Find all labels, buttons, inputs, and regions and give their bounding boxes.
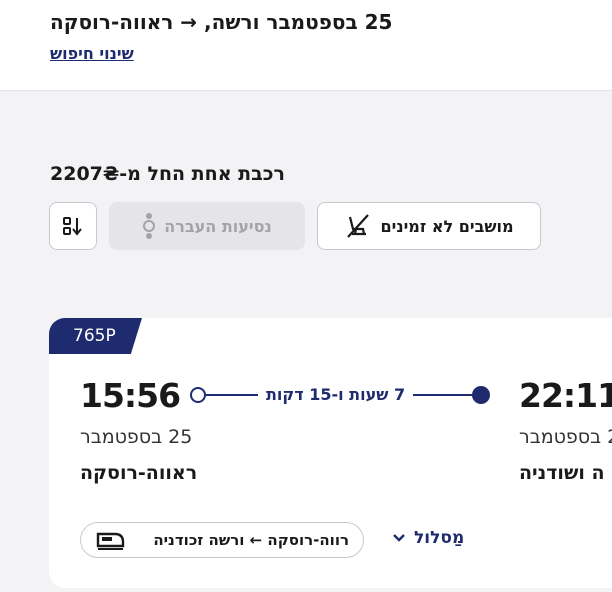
sort-button[interactable] (49, 202, 97, 250)
change-search-link[interactable]: שינוי חיפוש (50, 44, 134, 63)
route-segment-text: רווה-רוסקה ← ורשה זכודניה (153, 531, 349, 549)
journey-timeline: 7 שעות ו-15 דקות (188, 383, 490, 407)
arrival-date: 25 בספטמבר (80, 426, 193, 448)
route-details-toggle[interactable]: מַסלול (392, 528, 464, 548)
route-title: 25 בספטמבר ורשה, → ראווה-רוסקה (50, 10, 393, 34)
train-number-badge: 765P (49, 318, 142, 354)
transfer-trips-label: נסיעות העברה (164, 216, 272, 236)
departure-dot (472, 386, 490, 404)
transfer-trips-button[interactable]: נסיעות העברה (109, 202, 305, 250)
seat-crossed-icon (347, 214, 370, 238)
unavailable-seats-button[interactable]: מושבים לא זמינים (317, 202, 541, 250)
route-details-label: מַסלול (414, 528, 465, 548)
route-segment-pill: רווה-רוסקה ← ורשה זכודניה (80, 522, 364, 558)
journey-duration: 7 שעות ו-15 דקות (258, 383, 414, 407)
search-header: 25 בספטמבר ורשה, → ראווה-רוסקה שינוי חיפ… (0, 0, 612, 91)
departure-time: 22:11 (519, 376, 612, 415)
arrival-dot (190, 387, 206, 403)
sort-icon (63, 217, 82, 236)
unavailable-seats-label: מושבים לא זמינים (380, 216, 514, 236)
results-summary: רכבת אחת החל מ-2207₴ (50, 163, 285, 185)
arrival-time: 15:56 (80, 376, 181, 415)
departure-date: 25 בספטמבר (519, 426, 612, 448)
departure-station: ה ושודניה (519, 462, 605, 484)
transfer-stop-icon (143, 213, 156, 239)
journey-card[interactable]: 765P 15:56 25 בספטמבר ראווה-רוסקה 7 שעות… (49, 318, 612, 588)
arrival-station: ראווה-רוסקה (80, 462, 198, 484)
train-icon (96, 532, 125, 550)
chevron-down-icon (393, 534, 405, 542)
